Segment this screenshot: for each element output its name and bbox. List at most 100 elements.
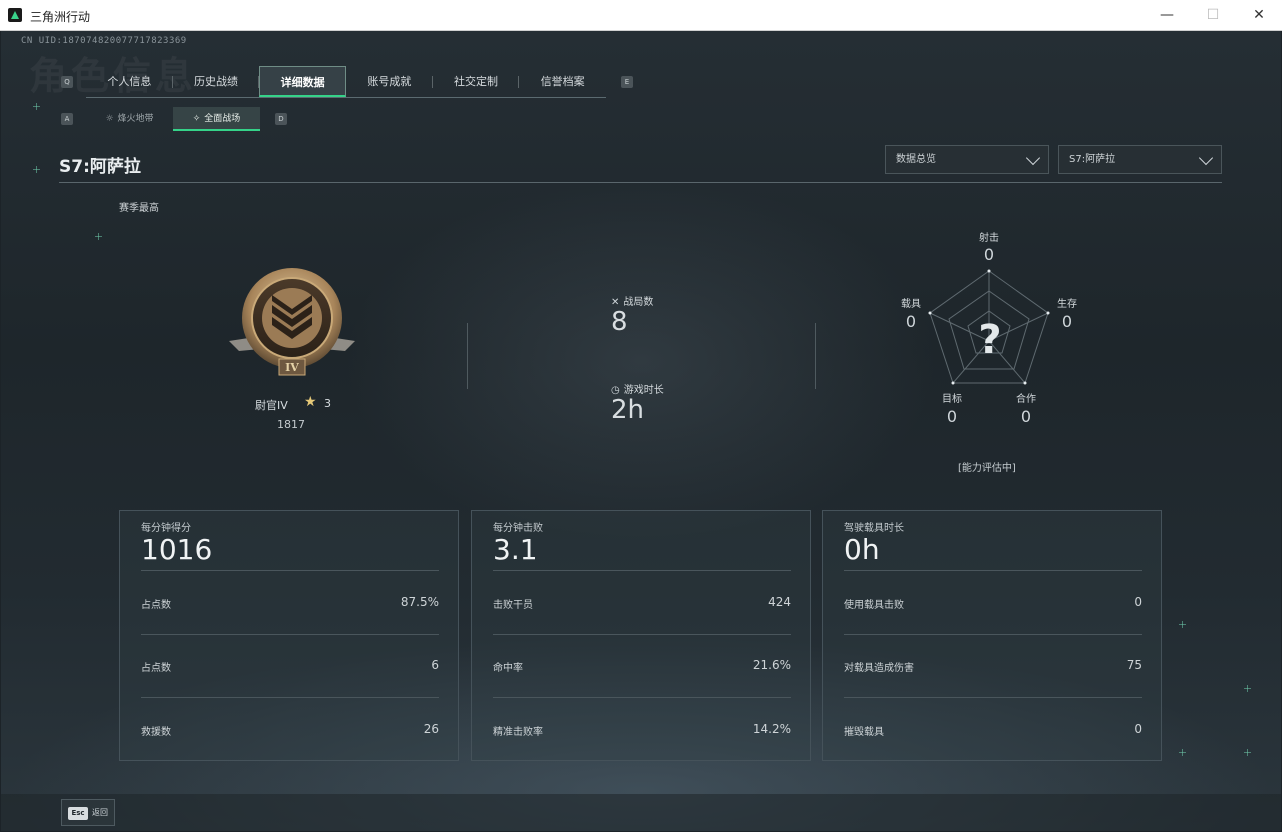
card-main-value: 3.1	[493, 533, 538, 566]
tab-reputation[interactable]: 信誉档案	[519, 66, 606, 97]
matches-value: 8	[611, 307, 628, 337]
playtime-label: ◷ 游戏时长	[611, 381, 664, 396]
card-row-value: 0	[1134, 595, 1142, 609]
playtime-value: 2h	[611, 395, 645, 425]
back-button[interactable]: Esc 返回	[61, 799, 115, 826]
card-row-value: 0	[1134, 722, 1142, 736]
radar-label-shooting: 射击	[979, 233, 999, 244]
close-button[interactable]: ✕	[1236, 0, 1282, 31]
subtab-extraction-label: 烽火地带	[117, 114, 154, 124]
card-row-value: 6	[431, 658, 439, 672]
card-row-label: 占点数	[141, 663, 171, 674]
rank-name: 尉官IV	[255, 399, 288, 412]
radar-value-survival: 0	[1061, 312, 1073, 331]
card-divider	[141, 634, 439, 635]
tab-personal-info[interactable]: 个人信息	[86, 66, 173, 97]
card-divider	[844, 570, 1142, 571]
back-button-label: 返回	[92, 808, 108, 817]
card-heading: 每分钟得分	[141, 523, 191, 534]
season-dropdown[interactable]: S7:阿萨拉	[1058, 145, 1222, 174]
maximize-button[interactable]: ☐	[1190, 0, 1236, 31]
card-heading: 驾驶载具时长	[844, 523, 904, 534]
chevron-down-icon	[1025, 150, 1041, 166]
rank-star-count: 3	[324, 397, 331, 410]
decor-plus-icon	[95, 233, 102, 240]
data-overview-dropdown[interactable]: 数据总览	[885, 145, 1049, 174]
card-row-label: 使用载具击败	[844, 600, 904, 611]
matches-label-text: 战局数	[623, 297, 654, 308]
minimize-button[interactable]: —	[1144, 0, 1190, 31]
subtab-warfare[interactable]: ✧ 全面战场	[173, 107, 260, 131]
season-divider	[59, 182, 1222, 183]
card-row-label: 摧毁载具	[844, 727, 884, 738]
subtab-extraction[interactable]: ☼ 烽火地带	[86, 107, 173, 131]
card-heading: 每分钟击败	[493, 523, 543, 534]
key-hint-a: A	[61, 113, 73, 125]
card-row-label: 击败干员	[493, 600, 533, 611]
key-hint-e: E	[621, 76, 633, 88]
decor-plus-icon	[1244, 749, 1251, 756]
card-divider	[493, 697, 791, 698]
tab-social[interactable]: 社交定制	[433, 66, 520, 97]
season-high-label: 赛季最高	[119, 203, 159, 214]
mode-subtabs: ☼ 烽火地带 ✧ 全面战场	[86, 107, 260, 131]
chevron-down-icon	[1198, 150, 1214, 166]
data-overview-dropdown-value: 数据总览	[896, 154, 936, 165]
radar-label-vehicle: 载具	[901, 299, 921, 310]
star-icon: ★	[304, 394, 317, 410]
card-row-label: 占点数	[141, 600, 171, 611]
app-logo-icon	[8, 8, 22, 22]
tab-achievements[interactable]: 账号成就	[346, 66, 433, 97]
game-viewport: 角色信息 CN UID:187074820077717823369 Q E 个人…	[1, 31, 1281, 831]
card-divider	[844, 697, 1142, 698]
key-hint-q: Q	[61, 76, 73, 88]
decor-plus-icon	[33, 166, 40, 173]
tab-detailed-data[interactable]: 详细数据	[259, 66, 347, 97]
main-tabs: 个人信息 历史战绩 详细数据 账号成就 社交定制 信誉档案	[86, 66, 606, 98]
decor-plus-icon	[1244, 685, 1251, 692]
radar-value-cooperation: 0	[1020, 407, 1032, 426]
subtab-warfare-label: 全面战场	[204, 114, 241, 124]
rank-numeral: IV	[285, 361, 299, 374]
rank-badge-icon: IV	[229, 268, 355, 376]
ability-status: [能力评估中]	[958, 463, 1016, 474]
warfare-icon: ✧	[192, 114, 201, 124]
player-uid: CN UID:187074820077717823369	[21, 36, 187, 46]
season-dropdown-value: S7:阿萨拉	[1069, 154, 1116, 165]
season-title: S7:阿萨拉	[59, 157, 141, 177]
card-row-label: 命中率	[493, 663, 523, 674]
vehicle-card: 驾驶载具时长 0h 使用载具击败 0 对载具造成伤害 75 摧毁载具 0	[822, 510, 1162, 761]
radar-label-cooperation: 合作	[1016, 394, 1036, 405]
decor-plus-icon	[1179, 749, 1186, 756]
section-divider	[467, 323, 468, 389]
card-main-value: 0h	[844, 533, 880, 566]
window-title: 三角洲行动	[30, 10, 91, 24]
rank-score: 1817	[277, 418, 305, 431]
window-titlebar: 三角洲行动 — ☐ ✕	[0, 0, 1282, 31]
sun-icon: ☼	[105, 114, 114, 124]
card-row-value: 424	[768, 595, 791, 609]
combat-card: 每分钟击败 3.1 击败干员 424 命中率 21.6% 精准击败率 14.2%	[471, 510, 811, 761]
card-row-label: 精准击败率	[493, 727, 543, 738]
decor-plus-icon	[1179, 621, 1186, 628]
card-row-value: 75	[1126, 658, 1142, 672]
card-row-value: 14.2%	[752, 722, 791, 736]
key-hint-d: D	[275, 113, 287, 125]
tab-history[interactable]: 历史战绩	[173, 66, 260, 97]
esc-key-icon: Esc	[68, 807, 88, 820]
card-row-label: 对载具造成伤害	[844, 663, 914, 674]
card-row-value: 21.6%	[752, 658, 791, 672]
card-row-value: 26	[423, 722, 439, 736]
score-card: 每分钟得分 1016 占点数 87.5% 占点数 6 救援数 26	[119, 510, 459, 761]
bottom-bar	[1, 794, 1281, 831]
card-divider	[493, 570, 791, 571]
card-row-label: 救援数	[141, 727, 171, 738]
card-row-value: 87.5%	[400, 595, 439, 609]
matches-label: ✕ 战局数	[611, 293, 653, 308]
radar-label-objective: 目标	[942, 394, 962, 405]
card-divider	[493, 634, 791, 635]
card-divider	[141, 570, 439, 571]
radar-value-vehicle: 0	[905, 312, 917, 331]
section-divider	[815, 323, 816, 389]
radar-label-survival: 生存	[1057, 299, 1077, 310]
